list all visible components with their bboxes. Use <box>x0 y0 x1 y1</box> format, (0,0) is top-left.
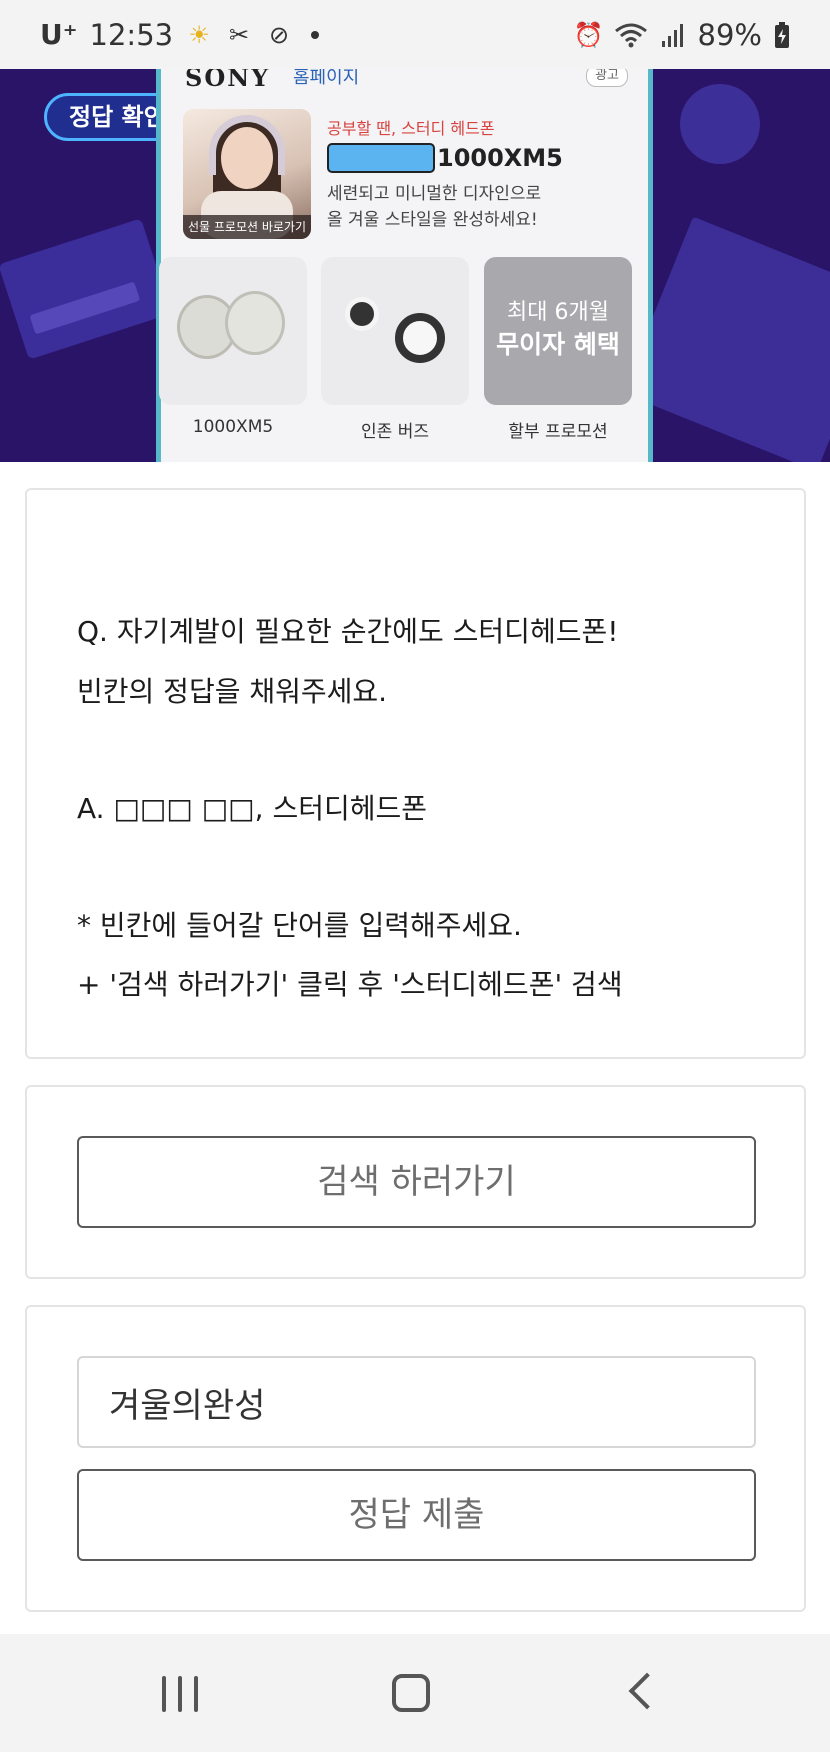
home-icon[interactable] <box>392 1674 430 1712</box>
ad-description-line2: 올 겨울 스타일을 완성하세요! <box>327 210 538 230</box>
ad-headline: 공부할 땐, 스터디 헤드폰 <box>327 119 495 138</box>
ad-model-row: 1000XM5 <box>327 143 563 173</box>
status-bar: U⁺ 12:53 ☀ ✂ ⊘ ⏰ 89% <box>0 0 830 69</box>
promo-line1: 최대 6개월 <box>507 300 609 325</box>
product-tile-earbuds[interactable] <box>159 257 307 405</box>
navigation-bar <box>0 1634 830 1752</box>
ad-banner[interactable]: 정답 확인! SONY 홈페이지 광고 선물 프로모션 바로가기 공부할 땐, … <box>0 69 830 462</box>
paper-illustration <box>622 216 830 462</box>
ad-model-name: 1000XM5 <box>437 144 563 172</box>
question-instruction: 빈칸의 정답을 채워주세요. <box>77 675 388 708</box>
answer-input[interactable] <box>77 1356 756 1448</box>
weather-sun-icon: ☀ <box>188 20 210 49</box>
back-icon[interactable] <box>628 1672 666 1710</box>
question-card: Q. 자기계발이 필요한 순간에도 스터디헤드폰! 빈칸의 정답을 채워주세요.… <box>25 488 806 1059</box>
carrier-label: U⁺ <box>40 18 78 51</box>
gift-promo-link[interactable]: 선물 프로모션 바로가기 <box>183 215 311 239</box>
tile-label[interactable]: 1000XM5 <box>159 417 307 437</box>
sony-logo[interactable]: SONY <box>185 69 270 92</box>
submit-card: 정답 제출 <box>25 1305 806 1612</box>
tile-label[interactable]: 인존 버즈 <box>321 417 469 442</box>
hint-line: + '검색 하러가기' 클릭 후 '스터디헤드폰' 검색 <box>77 968 623 1001</box>
redacted-box <box>327 143 435 173</box>
ad-photo[interactable]: 선물 프로모션 바로가기 <box>183 109 311 239</box>
headphone-icon <box>209 115 285 175</box>
question-line: Q. 자기계발이 필요한 순간에도 스터디헤드폰! <box>77 615 619 648</box>
sony-homepage-link[interactable]: 홈페이지 <box>293 69 359 89</box>
earbud-icon <box>345 297 379 331</box>
submit-answer-button[interactable]: 정답 제출 <box>77 1469 756 1561</box>
tools-icon: ✂ <box>229 20 250 49</box>
search-card: 검색 하러가기 <box>25 1085 806 1279</box>
ad-description-line1: 세련되고 미니멀한 디자인으로 <box>327 184 542 204</box>
tile-label[interactable]: 할부 프로모션 <box>484 417 632 442</box>
earbud-icon <box>225 291 285 355</box>
ad-description: 세련되고 미니멀한 디자인으로 올 겨울 스타일을 완성하세요! <box>327 181 541 233</box>
promo-text: 최대 6개월 무이자 혜택 <box>484 297 632 361</box>
status-bar-right: ⏰ 89% <box>574 18 790 52</box>
battery-charging-icon <box>775 21 789 48</box>
signal-icon <box>661 23 683 47</box>
status-bar-left: U⁺ 12:53 ☀ ✂ ⊘ <box>40 17 320 52</box>
sony-ad-card[interactable]: SONY 홈페이지 광고 선물 프로모션 바로가기 공부할 땐, 스터디 헤드폰… <box>156 69 653 462</box>
lightbulb-illustration <box>680 84 760 164</box>
hint-line: * 빈칸에 들어갈 단어를 입력해주세요. <box>77 909 522 942</box>
battery-percent: 89% <box>697 17 762 52</box>
alarm-icon: ⏰ <box>573 20 604 49</box>
clock: 12:53 <box>89 17 174 52</box>
book-illustration <box>0 218 172 360</box>
ad-badge: 광고 <box>586 69 628 87</box>
recent-apps-icon[interactable] <box>162 1676 198 1712</box>
go-search-button[interactable]: 검색 하러가기 <box>77 1136 756 1228</box>
wifi-icon <box>614 23 647 47</box>
link-icon: ⊘ <box>269 20 290 49</box>
product-tile-inzone-buds[interactable] <box>321 257 469 405</box>
notification-dot-icon <box>311 30 320 39</box>
earbud-icon <box>395 313 445 363</box>
answer-blank-line: A. □□□ □□, 스터디헤드폰 <box>77 792 428 825</box>
product-tile-promotion[interactable]: 최대 6개월 무이자 혜택 <box>484 257 632 405</box>
promo-line2: 무이자 혜택 <box>496 330 620 359</box>
